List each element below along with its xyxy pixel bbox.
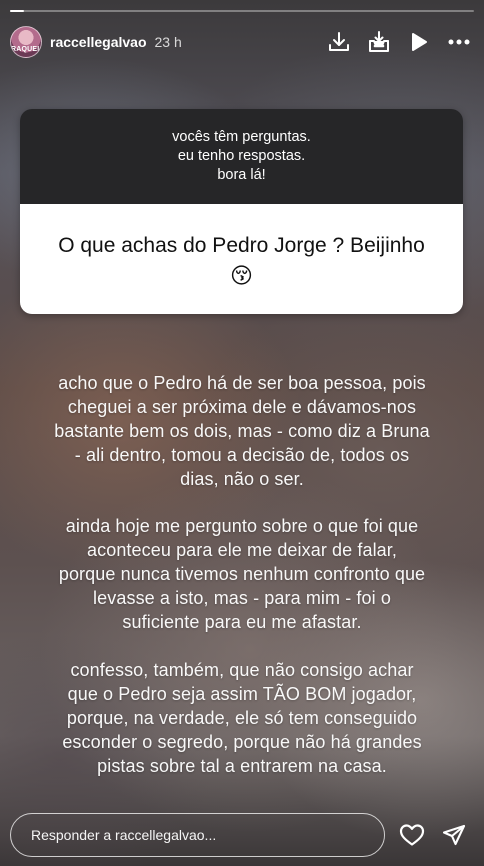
story-footer: [10, 813, 474, 857]
play-icon[interactable]: [406, 29, 432, 55]
answer-line: bastante bem os dois, mas - como diz a B…: [54, 421, 430, 441]
avatar[interactable]: RAQUEL: [10, 26, 42, 58]
download-icon[interactable]: [326, 29, 352, 55]
answer-paragraph-1: acho que o Pedro há de ser boa pessoa, p…: [0, 371, 484, 491]
answer-line: porque nunca tivemos nenhum confronto qu…: [58, 564, 426, 584]
answer-line: aconteceu para ele me deixar de falar,: [87, 540, 397, 560]
answer-line: ainda hoje me pergunto sobre o que foi q…: [65, 516, 419, 536]
avatar-logo-text: RAQUEL: [11, 46, 42, 53]
answer-line: pistas sobre tal a entrarem na casa.: [97, 756, 387, 776]
heart-icon[interactable]: [399, 822, 425, 848]
answer-line: cheguei a ser próxima dele e dávamos-nos: [67, 397, 417, 417]
post-time: 23 h: [154, 34, 182, 50]
more-icon[interactable]: [446, 29, 472, 55]
answer-line: confesso, também, que não consigo achar: [70, 660, 414, 680]
prompt-line: vocês têm perguntas.: [172, 129, 311, 145]
story-header: RAQUEL raccellegalvao 23 h: [10, 24, 472, 60]
question-sticker-prompt: vocês têm perguntas. eu tenho respostas.…: [20, 109, 463, 204]
save-icon[interactable]: [366, 29, 392, 55]
send-icon[interactable]: [441, 822, 467, 848]
answer-line: porque, na verdade, ele só tem conseguid…: [66, 708, 418, 728]
answer-paragraph-3: confesso, também, que não consigo achar …: [0, 658, 484, 778]
answer-line: que o Pedro seja assim TÃO BOM jogador,: [67, 684, 417, 704]
answer-paragraph-2: ainda hoje me pergunto sobre o que foi q…: [0, 514, 484, 634]
question-sticker-question: O que achas do Pedro Jorge ? Beijinho 😚: [20, 204, 463, 314]
answer-line: dias, não o ser.: [180, 469, 304, 489]
question-text: O que achas do Pedro Jorge ? Beijinho: [58, 234, 425, 257]
prompt-line: bora lá!: [217, 167, 266, 183]
username[interactable]: raccellegalvao: [50, 34, 147, 50]
answer-line: suficiente para eu me afastar.: [122, 612, 362, 632]
header-actions: [326, 29, 472, 55]
answer-line: levasse a isto, mas - para mim - foi o: [93, 588, 391, 608]
story-progress-fill: [10, 10, 24, 12]
reply-input[interactable]: [10, 813, 385, 857]
prompt-line: eu tenho respostas.: [177, 148, 306, 164]
story-background: RAQUEL raccellegalvao 23 h vocês têm per…: [0, 0, 484, 866]
answer-line: - ali dentro, tomou a decisão de, todos …: [74, 445, 410, 465]
kissing-face-icon: 😚: [230, 263, 253, 288]
answer-line: acho que o Pedro há de ser boa pessoa, p…: [58, 373, 426, 393]
question-sticker[interactable]: vocês têm perguntas. eu tenho respostas.…: [20, 109, 463, 314]
story-progress-bar: [10, 10, 474, 12]
answer-line: esconder o segredo, porque não há grande…: [62, 732, 422, 752]
